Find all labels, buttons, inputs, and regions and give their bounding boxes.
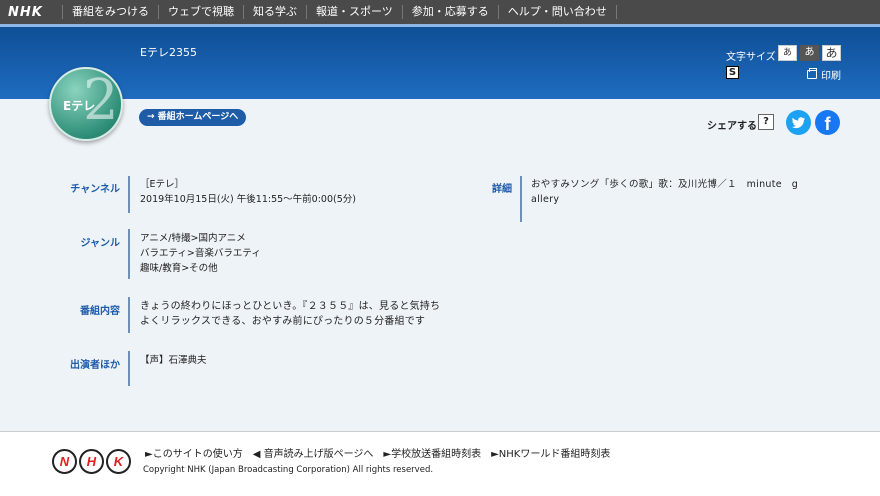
- footer-link-school-schedule[interactable]: ►学校放送番組時刻表: [383, 445, 481, 460]
- channel-value: ［Eテレ］ 2019年10月15日(火) 午後11:55～午前0:00(5分): [140, 177, 356, 207]
- s-icon[interactable]: S: [726, 66, 739, 79]
- footer-link-voice-reading[interactable]: ◀ 音声読み上げ版ページへ: [253, 445, 374, 460]
- program-homepage-button[interactable]: → 番組ホームページへ: [139, 109, 247, 126]
- twitter-icon[interactable]: [786, 110, 811, 135]
- detail-divider: [520, 176, 522, 222]
- genre-label: ジャンル: [80, 238, 121, 249]
- program-title: Eテレ2355: [140, 46, 197, 59]
- nav-learn[interactable]: 知る学ぶ: [243, 5, 306, 19]
- nav-participate[interactable]: 参加・応募する: [401, 5, 498, 19]
- facebook-icon[interactable]: f: [815, 110, 840, 135]
- cast-divider: [128, 351, 130, 386]
- nav-find-programs[interactable]: 番組をみつける: [62, 5, 158, 19]
- logo-letter: K: [106, 449, 131, 474]
- channel-name: ［Eテレ］: [140, 179, 185, 190]
- print-label: 印刷: [821, 71, 841, 82]
- top-navigation: NHK 番組をみつける ウェブで視聴 知る学ぶ 報道・スポーツ 参加・応募する …: [0, 0, 880, 24]
- printer-icon: [807, 68, 817, 79]
- nav-help[interactable]: ヘルプ・問い合わせ: [497, 5, 617, 19]
- content-line: よくリラックスできる、おやすみ前にぴったりの５分番組です: [140, 316, 426, 327]
- genre-item[interactable]: アニメ/特撮>国内アニメ: [140, 231, 261, 246]
- footer-nhk-logo[interactable]: N H K: [52, 449, 131, 474]
- footer: N H K ►このサイトの使い方 ◀ 音声読み上げ版ページへ ►学校放送番組時刻…: [0, 431, 880, 496]
- content-divider: [128, 297, 130, 333]
- genre-item[interactable]: バラエティ>音楽バラエティ: [140, 246, 261, 261]
- detail-label: 詳細: [492, 184, 512, 195]
- font-size-label: 文字サイズ: [726, 52, 776, 63]
- nav-watch-web[interactable]: ウェブで視聴: [158, 5, 243, 19]
- broadcast-datetime: 2019年10月15日(火) 午後11:55～午前0:00(5分): [140, 194, 356, 205]
- content-line: きょうの終わりにほっとひといき。『２３５５』は、見ると気持ち: [140, 301, 441, 312]
- genre-item[interactable]: 趣味/教育>その他: [140, 261, 261, 276]
- nhk-logo[interactable]: NHK: [0, 5, 62, 20]
- logo-letter: H: [79, 449, 104, 474]
- channel-label: チャンネル: [70, 184, 120, 195]
- font-size-large-button[interactable]: あ: [822, 45, 841, 61]
- detail-line: allery: [531, 194, 560, 205]
- nav-news-sports[interactable]: 報道・スポーツ: [306, 5, 402, 19]
- detail-line: おやすみソング「歩くの歌」歌：及川光博／１ minute g: [531, 179, 799, 190]
- cast-value: 【声】石澤典夫: [140, 355, 207, 366]
- etele-channel-badge: 2 Eテレ: [49, 67, 123, 141]
- program-content-value: きょうの終わりにほっとひといき。『２３５５』は、見ると気持ち よくリラックスでき…: [140, 299, 440, 329]
- help-icon[interactable]: ?: [758, 114, 774, 130]
- genre-value: アニメ/特撮>国内アニメ バラエティ>音楽バラエティ 趣味/教育>その他: [140, 231, 261, 276]
- cast-label: 出演者ほか: [70, 360, 120, 371]
- share-label: シェアする: [707, 121, 757, 132]
- copyright: Copyright NHK (Japan Broadcasting Corpor…: [143, 465, 434, 475]
- footer-links: ►このサイトの使い方 ◀ 音声読み上げ版ページへ ►学校放送番組時刻表 ►NHK…: [145, 445, 610, 460]
- font-size-small-button[interactable]: あ: [778, 45, 797, 61]
- twitter-bird-icon: [792, 117, 806, 129]
- detail-value: おやすみソング「歩くの歌」歌：及川光博／１ minute g allery: [531, 177, 798, 207]
- genre-divider: [128, 229, 130, 279]
- channel-divider: [128, 176, 130, 213]
- program-header-banner: Eテレ2355 文字サイズ あ あ あ S 印刷: [0, 24, 880, 99]
- logo-letter: N: [52, 449, 77, 474]
- footer-link-site-usage[interactable]: ►このサイトの使い方: [145, 445, 243, 460]
- badge-channel-name: Eテレ: [63, 99, 96, 113]
- font-size-medium-button[interactable]: あ: [800, 45, 819, 61]
- print-button[interactable]: 印刷: [807, 67, 841, 82]
- program-content-label: 番組内容: [80, 306, 120, 317]
- footer-link-nhk-world-schedule[interactable]: ►NHKワールド番組時刻表: [491, 445, 610, 460]
